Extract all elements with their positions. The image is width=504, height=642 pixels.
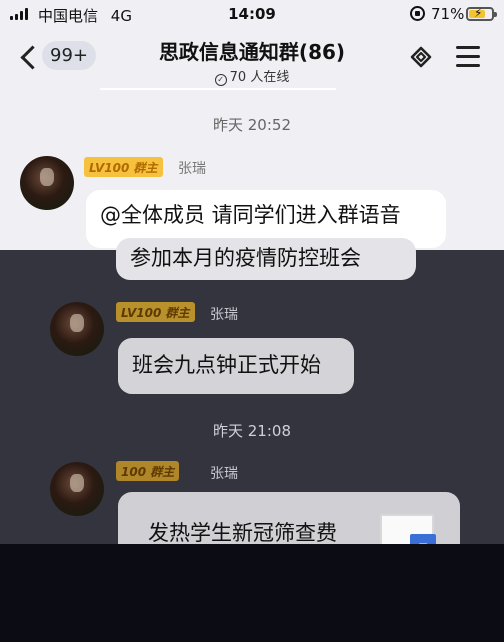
group-call-icon[interactable]	[406, 42, 436, 72]
battery-percent: 71%	[431, 5, 465, 23]
clock: 14:09	[228, 5, 276, 23]
status-bar: 中国电信 4G 14:09 71% ⚡	[0, 0, 504, 30]
sender-name[interactable]: 张瑞	[210, 463, 238, 483]
pinned-divider	[100, 86, 336, 90]
sender-name[interactable]: 张瑞	[210, 304, 238, 324]
message-text: 参加本月的疫情防控班会	[130, 246, 361, 270]
avatar[interactable]	[50, 462, 104, 516]
message-text: 班会九点钟正式开始	[132, 353, 321, 377]
timestamp: 昨天 21:08	[213, 422, 291, 440]
battery-icon: ⚡	[466, 6, 497, 21]
check-circle-icon: ✓	[214, 74, 227, 86]
avatar[interactable]	[50, 302, 104, 356]
message-text: @全体成员 请同学们进入群语音	[100, 203, 401, 227]
rotation-lock-icon	[410, 6, 425, 21]
owner-badge: 100 群主	[116, 461, 180, 481]
online-count: 70 人在线	[229, 70, 290, 85]
owner-badge: LV100 群主	[84, 157, 163, 177]
timestamp: 昨天 20:52	[213, 116, 291, 134]
avatar[interactable]	[20, 156, 74, 210]
chat-header: 99+ 思政信息通知群(86) ✓ 70 人在线	[0, 30, 504, 88]
sender-name[interactable]: 张瑞	[178, 158, 206, 178]
owner-badge: LV100 群主	[116, 302, 195, 322]
bottom-dark-band	[0, 544, 504, 642]
menu-icon[interactable]	[456, 46, 480, 67]
message-bubble[interactable]: 参加本月的疫情防控班会	[116, 238, 416, 280]
message-bubble[interactable]: 班会九点钟正式开始	[118, 338, 354, 394]
